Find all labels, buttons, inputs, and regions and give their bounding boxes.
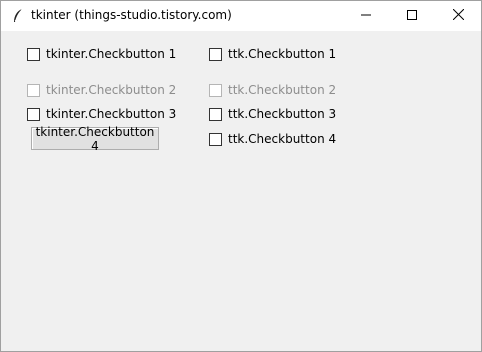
checkbox-box [27, 83, 40, 97]
checkbox-box[interactable] [209, 47, 222, 61]
close-button[interactable] [435, 1, 481, 31]
checkbutton-label: ttk.Checkbutton 3 [228, 107, 337, 121]
minimize-icon [361, 9, 371, 23]
checkbutton-label: tkinter.Checkbutton 1 [46, 47, 177, 61]
checkbutton-label: ttk.Checkbutton 1 [228, 47, 337, 61]
checkbutton-label: tkinter.Checkbutton 2 [46, 83, 177, 97]
tkinter-checkbutton-3[interactable]: tkinter.Checkbutton 3 [27, 107, 176, 121]
maximize-button[interactable] [389, 1, 435, 31]
checkbox-box [209, 83, 222, 97]
checkbutton-label: tkinter.Checkbutton 3 [46, 107, 177, 121]
window-title: tkinter (things-studio.tistory.com) [31, 8, 232, 22]
checkbutton-label: ttk.Checkbutton 2 [228, 83, 337, 97]
client-area: tkinter.Checkbutton 1 tkinter.Checkbutto… [1, 31, 481, 351]
close-icon [452, 8, 464, 23]
checkbox-box[interactable] [209, 132, 222, 146]
tkinter-checkbutton-2: tkinter.Checkbutton 2 [27, 83, 176, 97]
ttk-checkbutton-1[interactable]: ttk.Checkbutton 1 [209, 47, 336, 61]
feather-icon [11, 8, 25, 24]
checkbox-box[interactable] [27, 107, 40, 121]
tkinter-checkbutton-1[interactable]: tkinter.Checkbutton 1 [27, 47, 176, 61]
checkbox-box[interactable] [209, 107, 222, 121]
checkbox-box[interactable] [27, 47, 40, 61]
ttk-checkbutton-4[interactable]: ttk.Checkbutton 4 [209, 132, 336, 146]
minimize-button[interactable] [343, 1, 389, 31]
title-bar[interactable]: tkinter (things-studio.tistory.com) [1, 1, 481, 31]
app-window: tkinter (things-studio.tistory.com) tkin… [0, 0, 482, 352]
checkbutton-label: ttk.Checkbutton 4 [228, 132, 337, 146]
ttk-checkbutton-3[interactable]: ttk.Checkbutton 3 [209, 107, 336, 121]
maximize-icon [407, 9, 417, 23]
tkinter-checkbutton-4-button[interactable]: tkinter.Checkbutton 4 [31, 125, 159, 153]
ttk-checkbutton-2: ttk.Checkbutton 2 [209, 83, 336, 97]
